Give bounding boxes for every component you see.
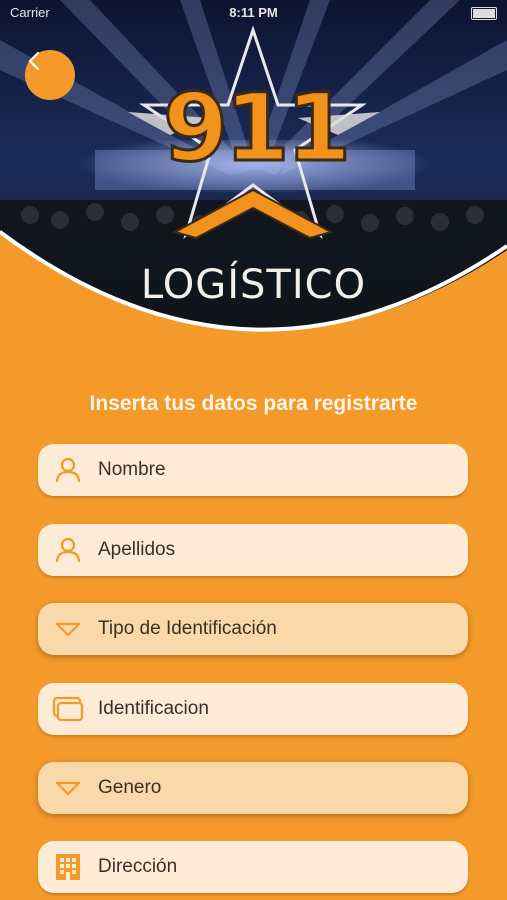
- apellidos-field[interactable]: Apellidos: [38, 524, 468, 576]
- register-screen: Carrier 8:11 PM 911 LOGÍSTICO Inserta tu…: [0, 0, 507, 900]
- battery-icon: [471, 7, 497, 20]
- tipo-identificacion-label: Tipo de Identificación: [98, 618, 277, 639]
- back-button[interactable]: [25, 50, 75, 100]
- nombre-label: Nombre: [98, 459, 166, 480]
- identificacion-field[interactable]: Identificacion: [38, 683, 468, 735]
- person-icon: [38, 536, 98, 564]
- nombre-field[interactable]: Nombre: [38, 444, 468, 496]
- logo-number: 911: [161, 74, 352, 183]
- logo-wordmark: LOGÍSTICO: [140, 262, 367, 308]
- person-icon: [38, 456, 98, 484]
- apellidos-label: Apellidos: [98, 539, 176, 560]
- genero-select[interactable]: Genero: [38, 762, 468, 814]
- chevron-left-icon: [28, 51, 40, 71]
- building-icon: [38, 852, 98, 882]
- identificacion-label: Identificacion: [98, 698, 209, 719]
- genero-label: Genero: [98, 777, 162, 798]
- status-bar: Carrier 8:11 PM: [0, 0, 507, 26]
- header-image: Carrier 8:11 PM 911 LOGÍSTICO: [0, 0, 507, 360]
- direccion-label: Dirección: [98, 856, 178, 877]
- triangle-down-icon: [38, 780, 98, 796]
- id-card-icon: [38, 696, 98, 722]
- tipo-identificacion-select[interactable]: Tipo de Identificación: [38, 603, 468, 655]
- clock: 8:11 PM: [229, 5, 278, 20]
- form-title: Inserta tus datos para registrarte: [89, 392, 418, 415]
- triangle-down-icon: [38, 621, 98, 637]
- direccion-field[interactable]: Dirección: [38, 841, 468, 893]
